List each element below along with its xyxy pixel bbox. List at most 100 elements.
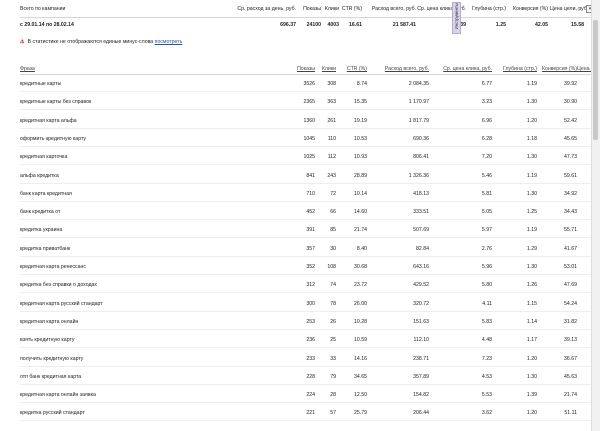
notice-view-link[interactable]: посмотреть	[155, 39, 183, 45]
table-header-divider	[20, 74, 592, 75]
row-separator	[20, 420, 592, 422]
row-value: 243	[327, 172, 336, 179]
scrollbar-thumb[interactable]	[593, 20, 598, 140]
row-value: 30.68	[354, 264, 367, 270]
row-value: 6.28	[481, 135, 492, 142]
row-value: 6.96	[481, 117, 492, 124]
row-value: 806.41	[413, 154, 429, 161]
table-row: кредитка без справки о доходах 312 74 23.72…	[20, 280, 600, 290]
row-phrase[interactable]: кредитка приватбанк	[20, 244, 270, 254]
row-value: 39.92	[564, 81, 577, 87]
row-value: 151.63	[413, 318, 429, 325]
col-avg-cpc[interactable]: Ср. цена клика, руб.	[429, 64, 492, 74]
row-value: 643.16	[413, 264, 429, 270]
col-impressions[interactable]: Показы	[270, 64, 315, 74]
table-row: банк карта кредитная 710 72 10.14 418.13 5.81…	[20, 189, 600, 199]
row-value: 78	[330, 300, 336, 307]
col-ctr[interactable]: CTR (%)	[336, 64, 367, 74]
row-separator	[20, 127, 592, 129]
row-phrase[interactable]: кредитка украина	[20, 225, 270, 235]
col-conversion[interactable]: Конверсия (%)	[537, 64, 577, 74]
row-value: 19.19	[354, 117, 367, 124]
row-value: 110	[327, 135, 336, 142]
row-separator	[20, 310, 592, 312]
row-value: 3526	[303, 81, 315, 87]
row-separator	[20, 164, 592, 166]
row-separator	[20, 292, 592, 294]
row-value: 710	[306, 190, 315, 197]
row-phrase[interactable]: кредитка русский стандарт	[20, 408, 270, 418]
row-value: 59.61	[564, 172, 577, 179]
summary-col-conversion[interactable]: Конверсия (%)	[510, 2, 548, 16]
row-value: 55.71	[564, 227, 577, 234]
warning-icon: ⚠	[20, 39, 25, 45]
row-value: 357	[306, 245, 315, 252]
row-value: 8.74	[356, 81, 367, 87]
vertical-scrollbar[interactable]	[591, 0, 600, 431]
row-value: 57	[330, 410, 336, 417]
summary-col-ctr[interactable]: CTR (%)	[339, 2, 362, 16]
col-phrase[interactable]: Фраза	[20, 64, 270, 74]
summary-col-depth[interactable]: Глубина (стр.)	[472, 2, 506, 16]
summary-col-clicks[interactable]: Клики	[321, 2, 339, 16]
row-value: 3.23	[481, 99, 492, 106]
row-phrase[interactable]: альфа кредитка	[20, 171, 270, 181]
table-row: банк кредитка от 452 66 14.60 333.51 5.05 1.25…	[20, 207, 600, 217]
row-value: 72	[330, 190, 336, 197]
row-separator	[20, 402, 592, 404]
row-value: 47.69	[564, 282, 577, 289]
row-phrase[interactable]: кредитная карта онлайн	[20, 317, 270, 327]
row-phrase[interactable]: кредитная карта онлайн заявка	[20, 390, 270, 400]
row-value: 261	[327, 117, 336, 124]
row-phrase[interactable]: кредитная карта альфа	[20, 116, 270, 126]
summary-col-goal-cost[interactable]: Цена цели, руб.	[550, 2, 588, 16]
col-clicks[interactable]: Клики	[315, 64, 336, 74]
row-value: 47.73	[564, 154, 577, 161]
row-phrase[interactable]: кредитная карточка	[20, 152, 270, 162]
row-value: 391	[306, 227, 315, 234]
row-phrase[interactable]: получить кредитную карту	[20, 354, 270, 364]
row-value: 66	[330, 209, 336, 216]
row-phrase[interactable]: кредитка без справки о доходах	[20, 280, 270, 290]
row-value: 1.30	[526, 190, 537, 197]
row-value: 14.16	[354, 355, 367, 362]
row-phrase[interactable]: банк кредитка от	[20, 207, 270, 217]
row-value: 1.25	[526, 209, 537, 216]
row-value: 25.79	[354, 410, 367, 417]
row-value: 25	[330, 337, 336, 344]
row-value: 33	[330, 355, 336, 362]
row-value: 224	[306, 392, 315, 399]
row-phrase[interactable]: взять кредитную карту	[20, 335, 270, 345]
table-row: кредитные карты без справок 2365 363 15.35 1…	[20, 97, 600, 107]
row-phrase[interactable]: кредитная карта ренессанс	[20, 262, 270, 272]
table-row: кредитка русский стандарт 221 57 25.79 206.4…	[20, 408, 600, 418]
row-value: 28.89	[354, 172, 367, 179]
row-phrase[interactable]: банк карта кредитная	[20, 189, 270, 199]
summary-value: 15.58	[571, 22, 584, 28]
summary-col-total-spend[interactable]: Расход всего, руб.	[362, 2, 416, 16]
row-phrase[interactable]: кредитная карта русский стандарт	[20, 299, 270, 309]
summary-col-impressions[interactable]: Показы	[296, 2, 321, 16]
summary-col-avg-daily-spend[interactable]: Ср. расход за день, руб.	[232, 2, 296, 16]
row-value: 333.51	[413, 209, 429, 216]
row-value: 41.67	[564, 245, 577, 252]
row-value: 21.74	[564, 392, 577, 399]
row-value: 2365	[303, 99, 315, 106]
row-value: 1.20	[526, 410, 537, 417]
row-value: 30	[330, 245, 336, 252]
col-depth[interactable]: Глубина (стр.)	[492, 64, 537, 74]
row-separator	[20, 237, 592, 239]
col-total-spend[interactable]: Расход всего, руб.	[367, 64, 429, 74]
row-phrase[interactable]: оформить кредитную карту	[20, 134, 270, 144]
row-value: 1 170.97	[408, 99, 429, 106]
header-divider	[20, 17, 592, 18]
row-value: 154.82	[413, 392, 429, 399]
row-value: 82.84	[416, 245, 429, 252]
row-value: 1.26	[526, 282, 537, 289]
row-value: 1.19	[526, 81, 537, 87]
row-phrase[interactable]: отп банк кредитная карта	[20, 372, 270, 382]
row-phrase[interactable]: кредитные карты	[20, 79, 270, 89]
tools-vertical-tab[interactable]: Инструменты	[452, 2, 461, 34]
row-phrase[interactable]: кредитные карты без справок	[20, 97, 270, 107]
row-value: 1.14	[526, 318, 537, 325]
